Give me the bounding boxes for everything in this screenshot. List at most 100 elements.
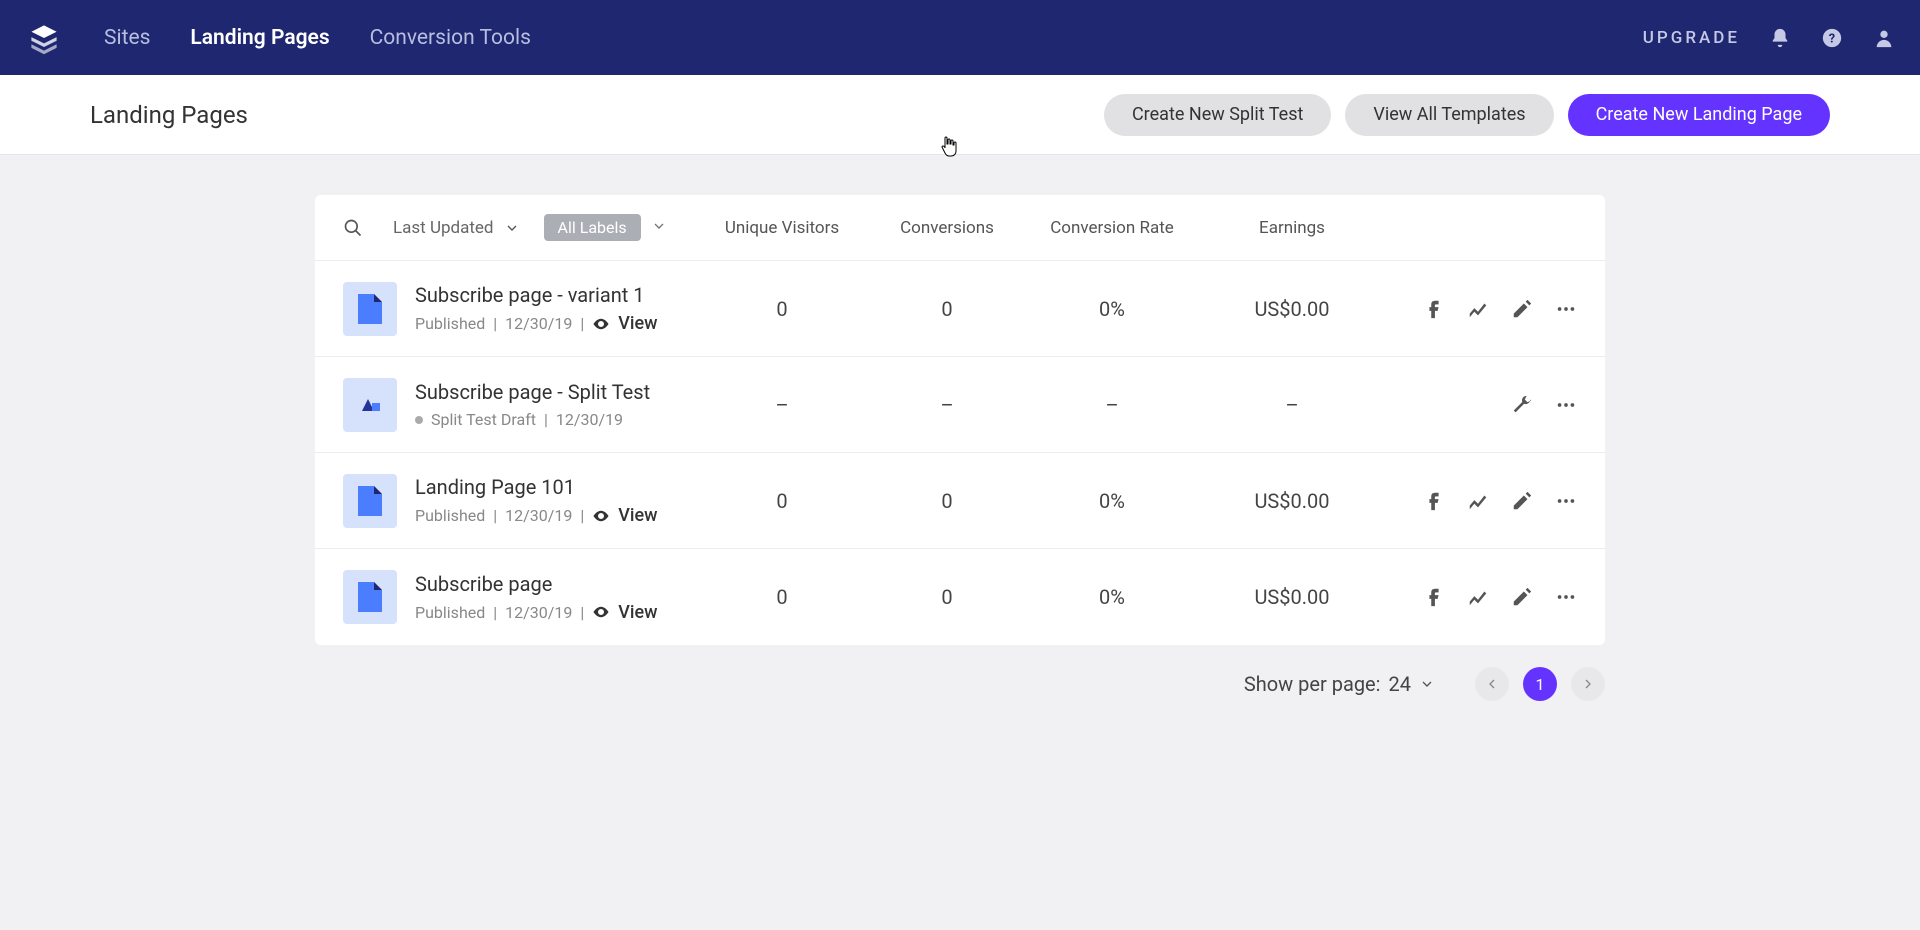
row-info: Subscribe page - variant 1 Published| 12…	[415, 283, 717, 334]
view-link[interactable]: View	[618, 505, 657, 526]
more-icon[interactable]	[1555, 490, 1577, 512]
edit-icon[interactable]	[1511, 490, 1533, 512]
eye-icon	[592, 315, 610, 333]
stat-conversion-rate: 0%	[1047, 297, 1177, 321]
status-dot-icon	[415, 416, 423, 424]
svg-text:?: ?	[1829, 31, 1835, 46]
facebook-icon[interactable]	[1423, 298, 1445, 320]
stat-unique-visitors: 0	[717, 585, 847, 609]
per-page-selector[interactable]: Show per page: 24	[1244, 672, 1435, 696]
analytics-icon[interactable]	[1467, 490, 1489, 512]
chevron-down-icon	[504, 220, 520, 236]
stat-unique-visitors: 0	[717, 489, 847, 513]
view-link[interactable]: View	[618, 602, 657, 623]
analytics-icon[interactable]	[1467, 586, 1489, 608]
nav-conversion-tools[interactable]: Conversion Tools	[370, 26, 531, 50]
row-status: Published	[415, 314, 485, 333]
more-icon[interactable]	[1555, 586, 1577, 608]
facebook-icon[interactable]	[1423, 586, 1445, 608]
more-icon[interactable]	[1555, 394, 1577, 416]
create-landing-page-button[interactable]: Create New Landing Page	[1568, 94, 1830, 136]
upgrade-link[interactable]: UPGRADE	[1643, 28, 1740, 48]
stat-conversions: –	[897, 393, 997, 417]
per-page-label: Show per page:	[1244, 672, 1381, 696]
per-page-value: 24	[1389, 672, 1411, 696]
row-stats: 0 0 0% US$0.00	[717, 489, 1577, 513]
table-row: Subscribe page - variant 1 Published| 12…	[315, 261, 1605, 357]
label-dropdown-icon[interactable]	[651, 218, 667, 238]
row-date: 12/30/19	[556, 410, 623, 429]
row-actions	[1407, 394, 1577, 416]
sub-header-actions: Create New Split Test View All Templates…	[1104, 94, 1830, 136]
edit-icon[interactable]	[1511, 298, 1533, 320]
stat-conversions: 0	[897, 489, 997, 513]
row-status: Split Test Draft	[431, 410, 536, 429]
row-info: Subscribe page - Split Test Split Test D…	[415, 380, 717, 429]
col-conversion-rate: Conversion Rate	[1047, 218, 1177, 238]
more-icon[interactable]	[1555, 298, 1577, 320]
stat-conversion-rate: 0%	[1047, 489, 1177, 513]
nav-landing-pages[interactable]: Landing Pages	[190, 26, 329, 50]
col-actions-spacer	[1407, 218, 1577, 238]
nav-links: Sites Landing Pages Conversion Tools	[104, 26, 531, 50]
stat-earnings: –	[1227, 393, 1357, 417]
page-number-current[interactable]: 1	[1523, 667, 1557, 701]
nav-right: UPGRADE ?	[1643, 26, 1896, 50]
stat-earnings: US$0.00	[1227, 489, 1357, 513]
page-title: Landing Pages	[90, 101, 248, 129]
next-page-button[interactable]	[1571, 667, 1605, 701]
row-actions	[1407, 490, 1577, 512]
row-stats: 0 0 0% US$0.00	[717, 585, 1577, 609]
row-title[interactable]: Subscribe page	[415, 572, 717, 596]
wrench-icon[interactable]	[1511, 394, 1533, 416]
eye-icon	[592, 507, 610, 525]
logo-icon[interactable]	[24, 18, 64, 58]
label-filter-chip[interactable]: All Labels	[544, 214, 641, 241]
page-thumbnail-icon	[343, 474, 397, 528]
row-meta: Published| 12/30/19| View	[415, 602, 717, 623]
table-row: Subscribe page - Split Test Split Test D…	[315, 357, 1605, 453]
row-stats: – – – –	[717, 393, 1577, 417]
row-date: 12/30/19	[505, 506, 572, 525]
row-status: Published	[415, 603, 485, 622]
help-icon[interactable]: ?	[1820, 26, 1844, 50]
create-split-test-button[interactable]: Create New Split Test	[1104, 94, 1331, 136]
row-actions	[1407, 586, 1577, 608]
view-templates-button[interactable]: View All Templates	[1345, 94, 1553, 136]
stat-conversion-rate: 0%	[1047, 585, 1177, 609]
column-headers: Unique Visitors Conversions Conversion R…	[717, 218, 1577, 238]
col-unique-visitors: Unique Visitors	[717, 218, 847, 238]
facebook-icon[interactable]	[1423, 490, 1445, 512]
row-title[interactable]: Subscribe page - variant 1	[415, 283, 717, 307]
analytics-icon[interactable]	[1467, 298, 1489, 320]
row-meta: Published| 12/30/19| View	[415, 313, 717, 334]
bell-icon[interactable]	[1768, 26, 1792, 50]
table-row: Subscribe page Published| 12/30/19| View…	[315, 549, 1605, 645]
view-link[interactable]: View	[618, 313, 657, 334]
table: Last Updated All Labels Unique Visitors …	[315, 195, 1605, 645]
stat-conversion-rate: –	[1047, 393, 1177, 417]
prev-page-button[interactable]	[1475, 667, 1509, 701]
profile-icon[interactable]	[1872, 26, 1896, 50]
eye-icon	[592, 603, 610, 621]
stat-earnings: US$0.00	[1227, 297, 1357, 321]
page-thumbnail-icon	[343, 282, 397, 336]
row-date: 12/30/19	[505, 603, 572, 622]
stat-unique-visitors: –	[717, 393, 847, 417]
row-title[interactable]: Landing Page 101	[415, 475, 717, 499]
row-status: Published	[415, 506, 485, 525]
nav-sites[interactable]: Sites	[104, 26, 150, 50]
stat-conversions: 0	[897, 297, 997, 321]
split-test-thumbnail-icon	[343, 378, 397, 432]
row-title[interactable]: Subscribe page - Split Test	[415, 380, 717, 404]
row-date: 12/30/19	[505, 314, 572, 333]
search-icon[interactable]	[343, 218, 363, 238]
chevron-down-icon	[1419, 676, 1435, 692]
col-conversions: Conversions	[897, 218, 997, 238]
table-head: Last Updated All Labels Unique Visitors …	[315, 195, 1605, 261]
row-info: Subscribe page Published| 12/30/19| View	[415, 572, 717, 623]
sort-dropdown[interactable]: Last Updated	[393, 218, 520, 238]
edit-icon[interactable]	[1511, 586, 1533, 608]
row-meta: Published| 12/30/19| View	[415, 505, 717, 526]
page-thumbnail-icon	[343, 570, 397, 624]
